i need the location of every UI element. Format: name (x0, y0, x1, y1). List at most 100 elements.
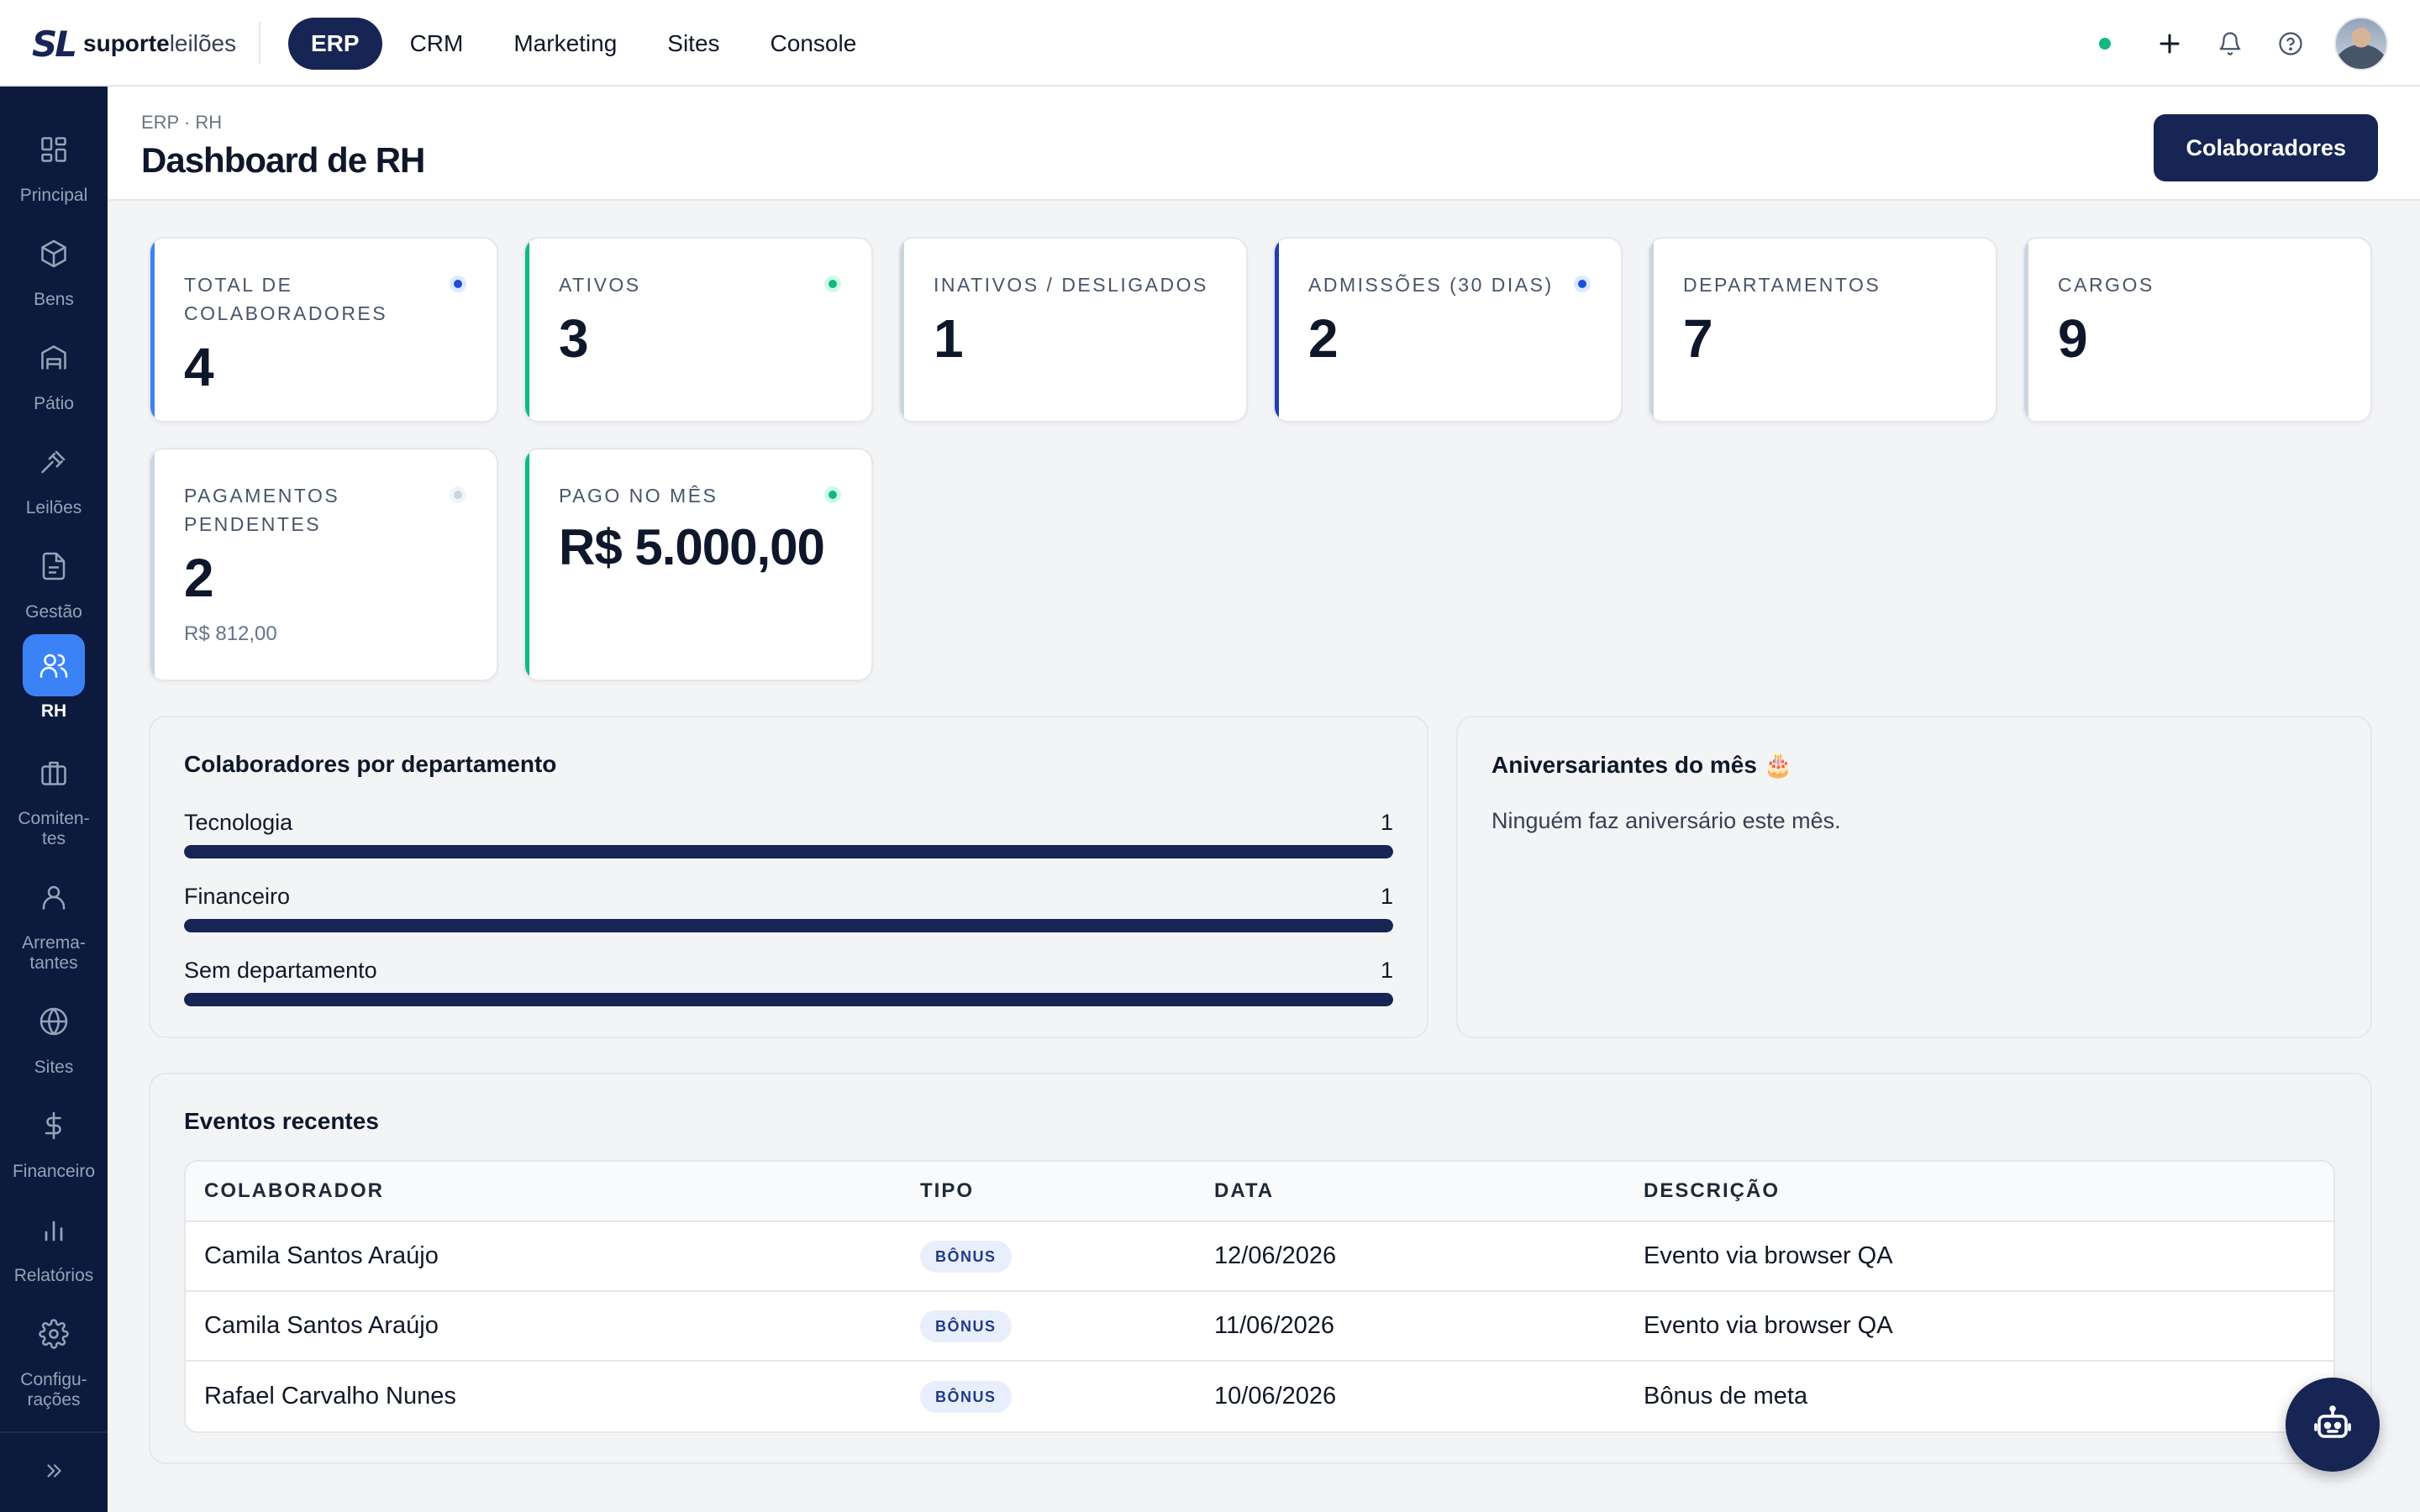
brand-logo[interactable]: SL suporteleilões (32, 24, 237, 65)
sidebar: Principal Bens Pátio Leilões Gestão RH C… (0, 87, 108, 1512)
sidebar-item-configuracoes[interactable]: Configu- rações (0, 1303, 108, 1410)
column-header-tipo[interactable]: TIPO (920, 1179, 974, 1203)
cell-tipo: BÔNUS (920, 1380, 1012, 1413)
stat-card-pagamentos-pendentes: PAGAMENTOS PENDENTES 2 R$ 812,00 (149, 448, 498, 681)
cell-data: 10/06/2026 (1214, 1383, 1337, 1410)
table-header: COLABORADOR TIPO DATA DESCRIÇÃO (186, 1162, 2333, 1222)
stat-card-cargos: CARGOS 9 (2023, 237, 2372, 423)
departments-panel: Colaboradores por departamento Tecnologi… (149, 716, 1428, 1038)
logo-divider (259, 22, 260, 64)
cell-colaborador: Rafael Carvalho Nunes (204, 1383, 456, 1410)
sidebar-item-gestao[interactable]: Gestão (0, 535, 108, 622)
sidebar-item-relatorios[interactable]: Relatórios (0, 1199, 108, 1286)
colaboradores-button[interactable]: Colaboradores (2154, 114, 2378, 181)
sidebar-item-sites[interactable]: Sites (0, 990, 108, 1078)
department-name: Sem departamento (184, 958, 377, 983)
stat-label: PAGO NO MÊS (559, 485, 718, 507)
topnav-sites[interactable]: Sites (644, 18, 742, 70)
stat-subtext: R$ 812,00 (184, 622, 277, 645)
stat-card-departamentos: DEPARTAMENTOS 7 (1648, 237, 1997, 423)
sidebar-item-label: Comiten- tes (18, 809, 90, 848)
type-badge: BÔNUS (920, 1310, 1012, 1342)
stat-value: 2 (184, 548, 214, 608)
column-header-descricao[interactable]: DESCRIÇÃO (1644, 1179, 1780, 1203)
type-badge: BÔNUS (920, 1240, 1012, 1273)
stat-value: 2 (1308, 308, 1339, 369)
stat-card-total: TOTAL DE COLABORADORES 4 (149, 237, 498, 423)
stat-label: PAGAMENTOS PENDENTES (184, 485, 340, 535)
stat-label: ADMISSÕES (30 DIAS) (1308, 274, 1554, 296)
bell-icon[interactable] (2213, 27, 2247, 60)
department-bar (184, 845, 1393, 858)
online-status-dot (2099, 38, 2111, 50)
cell-tipo: BÔNUS (920, 1310, 1012, 1342)
top-actions (2099, 17, 2388, 71)
top-nav: ERP CRM Marketing Sites Console (288, 18, 884, 70)
box-icon (23, 223, 85, 285)
sidebar-item-patio[interactable]: Pátio (0, 327, 108, 414)
sidebar-item-label: Financeiro (12, 1162, 96, 1181)
chevrons-right-icon (43, 1460, 65, 1486)
department-bar-fill (184, 993, 1393, 1006)
department-row: Tecnologia 1 (184, 810, 1393, 860)
topnav-marketing[interactable]: Marketing (491, 18, 639, 70)
sidebar-item-arrematantes[interactable]: Arrema- tantes (0, 866, 108, 974)
topnav-console[interactable]: Console (748, 18, 880, 70)
sidebar-item-label: Principal (19, 186, 88, 205)
sidebar-item-label: Configu- rações (20, 1370, 87, 1410)
table-row[interactable]: Camila Santos Araújo BÔNUS 12/06/2026 Ev… (186, 1222, 2333, 1292)
stat-card-pago-no-mes: PAGO NO MÊS R$ 5.000,00 (523, 448, 873, 681)
plus-icon[interactable] (2153, 27, 2186, 60)
warehouse-icon (23, 327, 85, 389)
help-icon[interactable] (2274, 27, 2307, 60)
column-header-colaborador[interactable]: COLABORADOR (204, 1179, 384, 1203)
bar-chart-icon (23, 1199, 85, 1261)
stat-card-ativos: ATIVOS 3 (523, 237, 873, 423)
sidebar-item-label: Leilões (25, 498, 82, 517)
stat-label: ATIVOS (559, 274, 641, 296)
topnav-crm[interactable]: CRM (387, 18, 487, 70)
stat-label: INATIVOS / DESLIGADOS (934, 274, 1208, 296)
sidebar-item-rh[interactable]: RH (0, 634, 108, 722)
department-name: Tecnologia (184, 810, 293, 835)
sidebar-item-comitentes[interactable]: Comiten- tes (0, 742, 108, 849)
gear-icon (23, 1303, 85, 1365)
cell-data: 12/06/2026 (1214, 1242, 1337, 1269)
department-count: 1 (1380, 958, 1393, 983)
stat-indicator-dot (824, 276, 841, 292)
stat-value: 9 (2058, 308, 2088, 369)
sidebar-item-leiloes[interactable]: Leilões (0, 431, 108, 518)
assistant-bot-button[interactable] (2286, 1378, 2380, 1472)
department-bar (184, 993, 1393, 1006)
top-bar: SL suporteleilões ERP CRM Marketing Site… (0, 0, 2420, 87)
department-count: 1 (1380, 884, 1393, 909)
sidebar-item-bens[interactable]: Bens (0, 223, 108, 310)
sidebar-item-label: Arrema- tantes (22, 933, 86, 973)
stat-card-inativos: INATIVOS / DESLIGADOS 1 (898, 237, 1248, 423)
stat-value: 3 (559, 308, 589, 369)
user-avatar[interactable] (2334, 17, 2388, 71)
department-row: Sem departamento 1 (184, 958, 1393, 1008)
table-row[interactable]: Camila Santos Araújo BÔNUS 11/06/2026 Ev… (186, 1292, 2333, 1362)
stat-indicator-dot (1574, 276, 1591, 292)
stat-value: 7 (1683, 308, 1713, 369)
globe-icon (23, 990, 85, 1053)
cell-data: 11/06/2026 (1214, 1312, 1334, 1339)
recent-events-panel: Eventos recentes COLABORADOR TIPO DATA D… (149, 1073, 2372, 1464)
department-bar (184, 919, 1393, 932)
page-title: Dashboard de RH (141, 140, 425, 180)
sidebar-item-financeiro[interactable]: Financeiro (0, 1095, 108, 1182)
panel-title: Colaboradores por departamento (184, 751, 557, 777)
column-header-data[interactable]: DATA (1214, 1179, 1274, 1203)
table-row[interactable]: Rafael Carvalho Nunes BÔNUS 10/06/2026 B… (186, 1362, 2333, 1431)
logo-text: suporteleilões (83, 30, 237, 56)
stat-value: 1 (934, 308, 964, 369)
stat-card-admissoes: ADMISSÕES (30 DIAS) 2 (1273, 237, 1623, 423)
sidebar-item-principal[interactable]: Principal (0, 118, 108, 206)
sidebar-item-label: Bens (34, 290, 74, 309)
topnav-erp[interactable]: ERP (288, 18, 382, 70)
briefcase-icon (23, 742, 85, 804)
stat-indicator-dot (824, 486, 841, 503)
sidebar-expand-button[interactable] (0, 1431, 108, 1512)
stat-label: CARGOS (2058, 274, 2154, 296)
